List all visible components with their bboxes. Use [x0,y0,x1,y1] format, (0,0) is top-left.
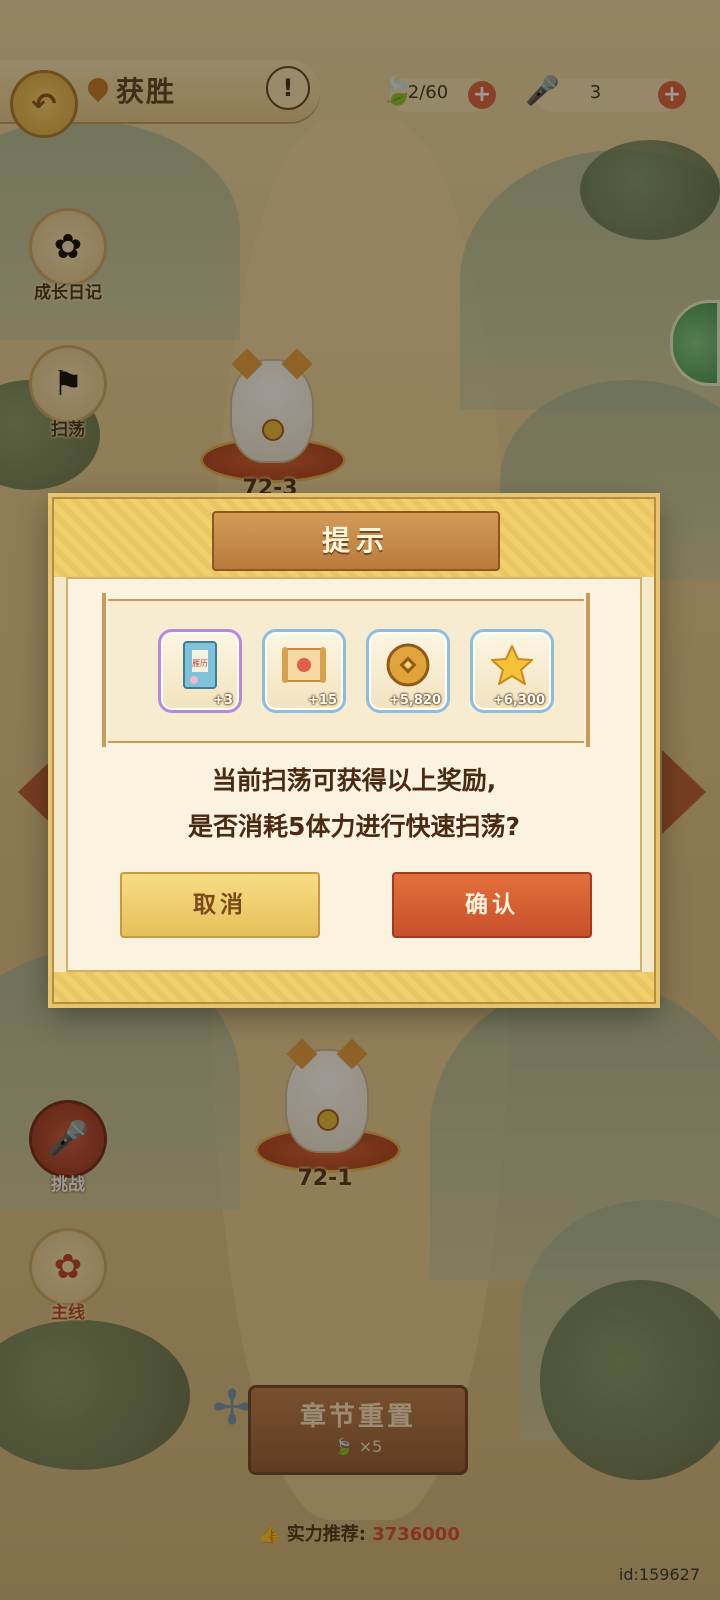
reward-calendar-item[interactable]: 雁历 +3 [158,629,242,713]
dialog-title-plate: 提示 [212,511,500,571]
dialog-message-line1: 当前扫荡可获得以上奖励, [211,766,497,795]
star-icon [487,640,537,690]
sweep-confirm-dialog: 提示 雁历 +3 +15 +5,820 +6,300 当前扫荡可获得以上奖励, … [52,497,656,1004]
reward-count: +15 [308,693,337,708]
reward-coin-item[interactable]: +5,820 [366,629,450,713]
cancel-button[interactable]: 取消 [120,872,320,938]
reward-scroll-item[interactable]: +15 [262,629,346,713]
reward-star-item[interactable]: +6,300 [470,629,554,713]
confirm-button[interactable]: 确认 [392,872,592,938]
coin-icon [383,640,433,690]
calendar-caption: 雁历 [192,659,208,668]
dialog-title: 提示 [321,524,390,557]
scroll-icon [279,640,329,690]
reward-count: +3 [213,693,233,708]
book-icon: 雁历 [175,640,225,690]
dialog-message-line2: 是否消耗5体力进行快速扫荡? [188,812,520,841]
dialog-footer-band [54,972,654,1002]
reward-count: +6,300 [492,693,545,708]
reward-count: +5,820 [388,693,441,708]
